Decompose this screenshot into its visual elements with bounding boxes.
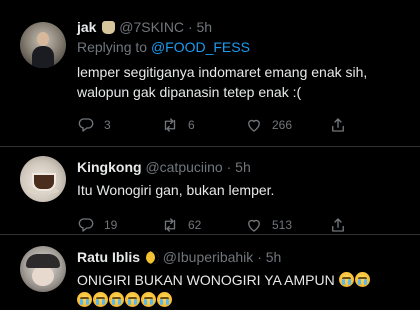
reply-icon	[78, 218, 94, 232]
tweet-text-line: ONIGIRI BUKAN WONOGIRI YA AMPUN	[77, 270, 408, 290]
reply-button[interactable]: 19	[77, 214, 117, 236]
tweet-text: Itu Wonogiri gan, bukan lemper.	[77, 180, 408, 200]
share-button[interactable]	[329, 114, 356, 136]
tweet-text-line: Itu Wonogiri gan, bukan lemper.	[77, 182, 275, 198]
heart-icon	[248, 119, 260, 132]
tweet-header: Kingkong @catpuciino · 5h	[77, 158, 408, 176]
like-count: 266	[272, 118, 293, 132]
reply-count: 19	[104, 218, 118, 232]
heart-icon	[248, 219, 260, 232]
timestamp[interactable]: 5h	[235, 159, 251, 175]
like-button[interactable]: 266	[245, 114, 292, 136]
author-handle[interactable]: @Ibuperibahik	[163, 249, 254, 265]
retweet-button[interactable]: 62	[161, 214, 201, 236]
reply-count: 3	[104, 118, 111, 132]
separator-dot: ·	[257, 249, 262, 265]
separator-dot: ·	[187, 19, 193, 35]
author-handle[interactable]: @catpuciino	[145, 159, 222, 175]
share-button[interactable]	[329, 214, 356, 236]
tweet[interactable]: Ratu Iblis @Ibuperibahik · 5h ONIGIRI BU…	[0, 234, 420, 307]
tweet-header: Ratu Iblis @Ibuperibahik · 5h	[77, 248, 408, 266]
emoji-row	[77, 290, 408, 310]
crying-face-emoji-icon	[93, 292, 108, 307]
retweet-icon	[164, 218, 176, 232]
avatar[interactable]	[20, 22, 66, 68]
tweet-actions: 3 6 266	[77, 114, 408, 136]
tweet-text-line: lemper segitiganya indomaret emang enak …	[77, 64, 368, 80]
avatar[interactable]	[20, 156, 66, 202]
author-handle[interactable]: @7SKINC	[119, 19, 184, 35]
retweet-icon	[164, 118, 176, 132]
mention-link[interactable]: @FOOD_FESS	[151, 39, 250, 55]
timestamp[interactable]: 5h	[197, 19, 213, 35]
crying-face-emoji-icon	[354, 272, 370, 287]
bag-emoji-icon	[102, 21, 116, 34]
author-name[interactable]: Ratu Iblis	[77, 249, 140, 265]
crescent-moon-emoji-icon	[145, 251, 159, 264]
reply-icon	[78, 118, 94, 132]
tweet[interactable]: jak @7SKINC · 5h Replying to @FOOD_FESS …	[0, 0, 420, 146]
crying-face-emoji-icon	[109, 292, 124, 307]
crying-face-emoji-icon	[157, 292, 172, 307]
replying-to: Replying to @FOOD_FESS	[77, 38, 408, 56]
crying-face-emoji-icon	[77, 292, 92, 307]
like-count: 513	[272, 218, 293, 232]
share-icon	[332, 218, 344, 232]
crying-face-emoji-icon	[338, 272, 354, 287]
tweet-text: lemper segitiganya indomaret emang enak …	[77, 62, 408, 102]
author-name[interactable]: jak	[77, 19, 96, 35]
retweet-button[interactable]: 6	[161, 114, 195, 136]
retweet-count: 62	[188, 218, 202, 232]
replying-to-label: Replying to	[77, 39, 148, 55]
share-icon	[332, 118, 344, 132]
reply-button[interactable]: 3	[77, 114, 111, 136]
tweet-text-line: walopun gak dipanasin tetep enak :(	[77, 84, 302, 100]
tweet-text: ONIGIRI BUKAN WONOGIRI YA AMPUN	[77, 270, 408, 310]
tweet-text-span: ONIGIRI BUKAN WONOGIRI YA AMPUN	[77, 272, 335, 288]
timestamp[interactable]: 5h	[266, 249, 282, 265]
tweet-actions: 19 62 513	[77, 214, 408, 236]
avatar[interactable]	[20, 246, 66, 292]
crying-face-emoji-icon	[125, 292, 140, 307]
crying-face-emoji-icon	[141, 292, 156, 307]
author-name[interactable]: Kingkong	[77, 159, 142, 175]
tweet-header: jak @7SKINC · 5h	[77, 18, 408, 36]
tweet[interactable]: Kingkong @catpuciino · 5h Itu Wonogiri g…	[0, 146, 420, 234]
retweet-count: 6	[188, 118, 195, 132]
separator-dot: ·	[226, 159, 232, 175]
like-button[interactable]: 513	[245, 214, 292, 236]
